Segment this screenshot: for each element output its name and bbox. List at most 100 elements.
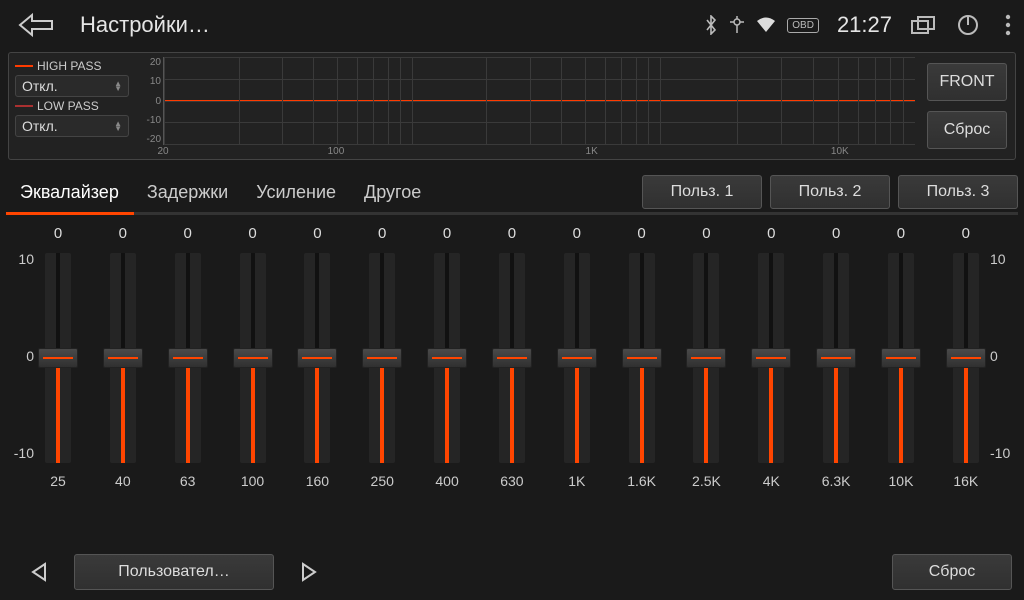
eq-freq-label: 1K [568,473,585,489]
eq-value: 0 [962,225,970,247]
filter-panel: HIGH PASS Откл.▲▼ LOW PASS Откл.▲▼ 20100… [8,52,1016,160]
obd-badge: OBD [787,18,819,33]
preset-button-3[interactable]: Польз. 3 [898,175,1018,209]
tab-3[interactable]: Другое [350,174,435,211]
eq-freq-label: 400 [435,473,458,489]
bluetooth-icon [703,15,719,35]
status-bar: Настройки… OBD 21:27 [0,0,1024,50]
eq-freq-label: 25 [50,473,66,489]
tab-2[interactable]: Усиление [242,174,350,211]
back-icon [16,12,56,38]
eq-slider[interactable] [629,253,655,463]
eq-thumb[interactable] [362,348,402,368]
filter-controls: HIGH PASS Откл.▲▼ LOW PASS Откл.▲▼ [9,53,135,159]
eq-band-10K: 0 10K [873,225,929,505]
eq-thumb[interactable] [622,348,662,368]
windows-icon[interactable] [910,15,936,35]
eq-slider[interactable] [564,253,590,463]
eq-thumb[interactable] [233,348,273,368]
eq-slider[interactable] [953,253,979,463]
eq-thumb[interactable] [103,348,143,368]
power-icon[interactable] [956,13,980,37]
eq-thumb[interactable] [492,348,532,368]
front-button[interactable]: FRONT [927,63,1007,101]
bottom-row: Пользовател… Сброс [12,554,1012,590]
eq-value: 0 [897,225,905,247]
eq-band-160: 0160 [289,225,345,505]
eq-band-100: 0 100 [225,225,281,505]
eq-thumb[interactable] [751,348,791,368]
eq-value: 0 [637,225,645,247]
status-icons: OBD 21:27 [703,12,1012,38]
back-button[interactable] [12,7,60,43]
eq-thumb[interactable] [881,348,921,368]
eq-value: 0 [443,225,451,247]
eq-freq-label: 1.6K [627,473,656,489]
eq-freq-label: 63 [180,473,196,489]
eq-value: 0 [508,225,516,247]
eq-band-40: 0 40 [95,225,151,505]
filter-buttons: FRONT Сброс [919,53,1015,159]
eq-freq-label: 6.3K [822,473,851,489]
eq-band-250: 0250 [354,225,410,505]
eq-band-1K: 0 1K [549,225,605,505]
eq-slider[interactable] [110,253,136,463]
eq-slider[interactable] [888,253,914,463]
eq-value: 0 [702,225,710,247]
eq-freq-label: 630 [500,473,523,489]
wifi-icon [755,16,777,34]
eq-band-2.5K: 0 2.5K [678,225,734,505]
tab-1[interactable]: Задержки [133,174,242,211]
eq-band-400: 0 400 [419,225,475,505]
filter-reset-button[interactable]: Сброс [927,111,1007,149]
more-icon[interactable] [1004,13,1012,37]
eq-value: 0 [119,225,127,247]
preset-prev[interactable] [12,555,66,589]
eq-freq-label: 4K [763,473,780,489]
eq-slider[interactable] [823,253,849,463]
eq-band-4K: 0 4K [743,225,799,505]
eq-slider[interactable] [45,253,71,463]
eq-slider[interactable] [175,253,201,463]
eq-value: 0 [248,225,256,247]
eq-freq-label: 10K [889,473,914,489]
eq-value: 0 [573,225,581,247]
tabs-row: ЭквалайзерЗадержкиУсилениеДругое Польз. … [0,172,1024,212]
eq-slider[interactable] [758,253,784,463]
eq-thumb[interactable] [816,348,856,368]
eq-thumb[interactable] [38,348,78,368]
eq-band-1.6K: 0 1.6K [614,225,670,505]
eq-freq-label: 16K [953,473,978,489]
eq-thumb[interactable] [686,348,726,368]
eq-thumb[interactable] [946,348,986,368]
eq-value: 0 [767,225,775,247]
preset-button-1[interactable]: Польз. 1 [642,175,762,209]
preset-next[interactable] [282,555,336,589]
eq-slider[interactable] [369,253,395,463]
eq-freq-label: 40 [115,473,131,489]
eq-freq-label: 2.5K [692,473,721,489]
eq-reset-button[interactable]: Сброс [892,554,1012,590]
response-graph: 20100-10-20 201001K10K [135,53,919,159]
eq-slider[interactable] [693,253,719,463]
eq-thumb[interactable] [168,348,208,368]
eq-slider[interactable] [499,253,525,463]
eq-value: 0 [832,225,840,247]
clock: 21:27 [837,12,892,38]
high-pass-dropdown[interactable]: Откл.▲▼ [15,75,129,97]
preset-selector[interactable]: Пользовател… [74,554,274,590]
eq-freq-label: 100 [241,473,264,489]
eq-thumb[interactable] [427,348,467,368]
tab-0[interactable]: Эквалайзер [6,174,133,211]
eq-thumb[interactable] [297,348,337,368]
eq-value: 0 [54,225,62,247]
low-pass-dropdown[interactable]: Откл.▲▼ [15,115,129,137]
preset-button-2[interactable]: Польз. 2 [770,175,890,209]
eq-slider[interactable] [304,253,330,463]
eq-slider[interactable] [240,253,266,463]
eq-thumb[interactable] [557,348,597,368]
page-title: Настройки… [80,12,703,38]
eq-slider[interactable] [434,253,460,463]
eq-scale-right: 100-10 [990,251,1020,461]
eq-value: 0 [313,225,321,247]
